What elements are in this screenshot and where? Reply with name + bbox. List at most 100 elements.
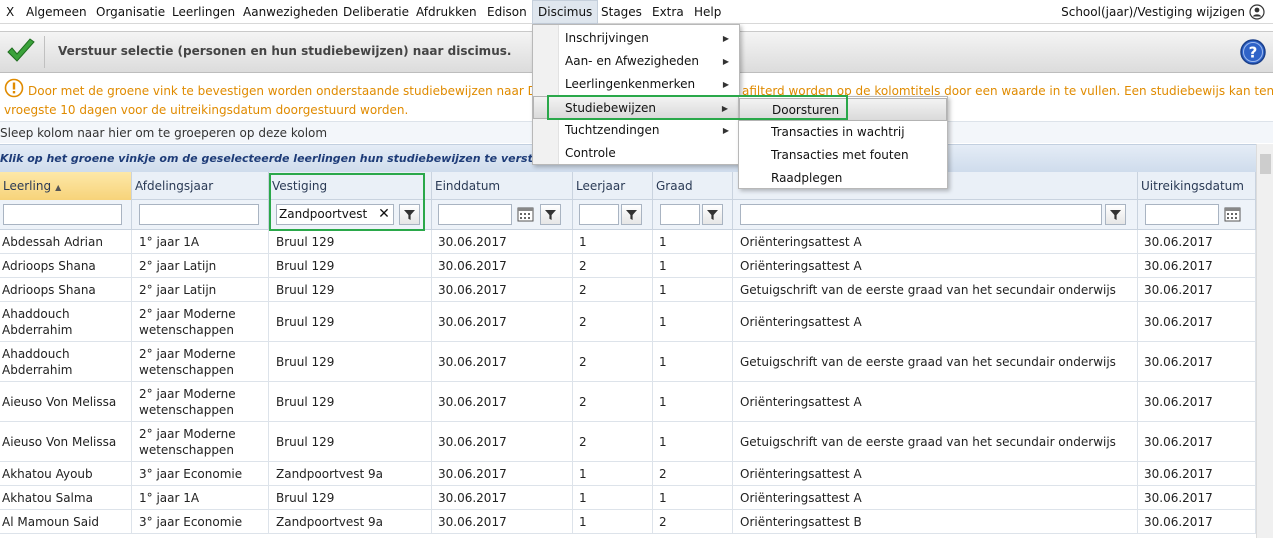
column-header-afdelingsjaar[interactable]: Afdelingsjaar: [132, 172, 269, 200]
cell-studiebewijs: Oriënteringsattest A: [733, 254, 1138, 277]
cell-graad: 1: [653, 278, 733, 301]
menu-item-label: Aan- en Afwezigheden: [565, 54, 699, 68]
filter-leerjaar-input[interactable]: [579, 204, 619, 225]
menu-item-aan-en-afwezigheden[interactable]: Aan- en Afwezigheden ▶: [533, 50, 739, 73]
green-check-icon[interactable]: [5, 37, 37, 65]
table-row[interactable]: Adrioops Shana 2° jaar Latijn Bruul 129 30.…: [0, 254, 1256, 278]
cell-vestiging: Bruul 129: [269, 382, 432, 421]
column-header-einddatum[interactable]: Einddatum: [432, 172, 573, 200]
menu-extra[interactable]: Extra: [652, 0, 684, 24]
column-header-graad[interactable]: Graad: [653, 172, 733, 200]
app-window: X Algemeen Organisatie Leerlingen Aanwez…: [0, 0, 1273, 538]
menubar: X Algemeen Organisatie Leerlingen Aanwez…: [0, 0, 1273, 24]
school-vestiging-wijzigen-link[interactable]: School(jaar)/Vestiging wijzigen: [1061, 0, 1245, 24]
table-row[interactable]: Abdessah Adrian 1° jaar 1A Bruul 129 30.06.…: [0, 230, 1256, 254]
scrollbar-thumb[interactable]: [1260, 154, 1271, 174]
user-icon[interactable]: [1249, 4, 1265, 20]
filter-cell-leerjaar: [573, 200, 653, 230]
cell-graad: 2: [653, 510, 733, 533]
menu-edison[interactable]: Edison: [487, 0, 527, 24]
menu-item-transacties-met-fouten[interactable]: Transacties met fouten: [739, 144, 947, 167]
filter-uitreikingsdatum-input[interactable]: [1145, 204, 1219, 225]
menu-item-label: Tuchtzendingen: [565, 123, 660, 137]
cell-leerjaar: 1: [573, 462, 653, 485]
cell-uitreikingsdatum: 30.06.2017: [1138, 342, 1256, 381]
cell-leerling: Aieuso Von Melissa: [0, 422, 132, 461]
vertical-scrollbar[interactable]: [1256, 144, 1273, 538]
menu-stages[interactable]: Stages: [601, 0, 642, 24]
filter-cell-einddatum: [432, 200, 573, 230]
filter-afdelingsjaar-input[interactable]: [139, 204, 259, 225]
cell-graad: 2: [653, 462, 733, 485]
menu-item-label: Controle: [565, 146, 616, 160]
grid-header: Leerling ▲ Afdelingsjaar Vestiging Eindda…: [0, 172, 1256, 200]
cell-graad: 1: [653, 342, 733, 381]
column-header-leerjaar[interactable]: Leerjaar: [573, 172, 653, 200]
table-row[interactable]: Aieuso Von Melissa 2° jaar Moderne wetens…: [0, 382, 1256, 422]
table-row[interactable]: Adrioops Shana 2° jaar Latijn Bruul 129 30.…: [0, 278, 1256, 302]
menu-aanwezigheden[interactable]: Aanwezigheden: [243, 0, 338, 24]
column-header-leerling[interactable]: Leerling ▲: [0, 172, 132, 200]
cell-einddatum: 30.06.2017: [432, 342, 573, 381]
submenu-arrow-icon: ▶: [722, 57, 729, 66]
submenu-arrow-icon: ▶: [722, 80, 729, 89]
menu-item-inschrijvingen[interactable]: Inschrijvingen ▶: [533, 27, 739, 50]
cell-vestiging: Bruul 129: [269, 486, 432, 509]
calendar-icon[interactable]: [1222, 204, 1243, 225]
menu-deliberatie[interactable]: Deliberatie: [343, 0, 409, 24]
cell-einddatum: 30.06.2017: [432, 302, 573, 341]
filter-row: Zandpoortvest ✕: [0, 200, 1256, 230]
column-header-uitreikingsdatum[interactable]: Uitreikingsdatum: [1138, 172, 1256, 200]
cell-leerling: Ahaddouch Abderrahim: [0, 302, 132, 341]
menu-item-leerlingenkenmerken[interactable]: Leerlingenkenmerken ▶: [533, 73, 739, 96]
table-row[interactable]: Ahaddouch Abderrahim 2° jaar Moderne wete…: [0, 302, 1256, 342]
menu-organisatie[interactable]: Organisatie: [96, 0, 165, 24]
menu-item-transacties-in-wachtrij[interactable]: Transacties in wachtrij: [739, 121, 947, 144]
table-row[interactable]: Akhatou Ayoub 3° jaar Economie Zandpoortve…: [0, 462, 1256, 486]
cell-einddatum: 30.06.2017: [432, 278, 573, 301]
menu-leerlingen[interactable]: Leerlingen: [172, 0, 235, 24]
filter-leerling-input[interactable]: [3, 204, 122, 225]
cell-einddatum: 30.06.2017: [432, 254, 573, 277]
cell-uitreikingsdatum: 30.06.2017: [1138, 254, 1256, 277]
funnel-icon: [1110, 210, 1121, 220]
cell-leerjaar: 1: [573, 230, 653, 253]
menu-afdrukken[interactable]: Afdrukken: [416, 0, 477, 24]
cell-afdelingsjaar: 2° jaar Latijn: [132, 254, 269, 277]
cell-graad: 1: [653, 230, 733, 253]
cell-graad: 1: [653, 422, 733, 461]
close-icon[interactable]: X: [6, 0, 14, 24]
calendar-icon[interactable]: [515, 204, 536, 225]
submenu-arrow-icon: ▶: [722, 126, 729, 135]
help-icon[interactable]: ?: [1239, 38, 1267, 66]
table-row[interactable]: Al Mamoun Said 3° jaar Economie Zandpoortv…: [0, 510, 1256, 534]
filter-einddatum-button[interactable]: [540, 204, 561, 225]
menu-item-controle[interactable]: Controle: [533, 142, 739, 165]
cell-uitreikingsdatum: 30.06.2017: [1138, 486, 1256, 509]
menu-help[interactable]: Help: [694, 0, 721, 24]
cell-graad: 1: [653, 254, 733, 277]
menu-algemeen[interactable]: Algemeen: [26, 0, 87, 24]
filter-einddatum-input[interactable]: [438, 204, 512, 225]
filter-leerjaar-button[interactable]: [621, 204, 642, 225]
menu-item-raadplegen[interactable]: Raadplegen: [739, 167, 947, 190]
menu-item-label: Raadplegen: [771, 171, 843, 185]
cell-leerjaar: 2: [573, 422, 653, 461]
filter-graad-input[interactable]: [660, 204, 700, 225]
filter-studiebewijs-button[interactable]: [1105, 204, 1126, 225]
cell-studiebewijs: Getuigschrift van de eerste graad van he…: [733, 278, 1138, 301]
table-row[interactable]: Ahaddouch Abderrahim 2° jaar Moderne wete…: [0, 342, 1256, 382]
cell-leerling: Adrioops Shana: [0, 254, 132, 277]
filter-cell-studiebewijs: [733, 200, 1138, 230]
menu-item-tuchtzendingen[interactable]: Tuchtzendingen ▶: [533, 119, 739, 142]
menu-discimus[interactable]: Discimus: [532, 0, 599, 24]
cell-einddatum: 30.06.2017: [432, 486, 573, 509]
menu-item-label: Inschrijvingen: [565, 31, 649, 45]
cell-uitreikingsdatum: 30.06.2017: [1138, 382, 1256, 421]
filter-cell-graad: [653, 200, 733, 230]
filter-graad-button[interactable]: [702, 204, 723, 225]
table-row[interactable]: Aieuso Von Melissa 2° jaar Moderne wetens…: [0, 422, 1256, 462]
table-row[interactable]: Akhatou Salma 1° jaar 1A Bruul 129 30.06.20…: [0, 486, 1256, 510]
cell-einddatum: 30.06.2017: [432, 230, 573, 253]
filter-studiebewijs-input[interactable]: [740, 204, 1102, 225]
